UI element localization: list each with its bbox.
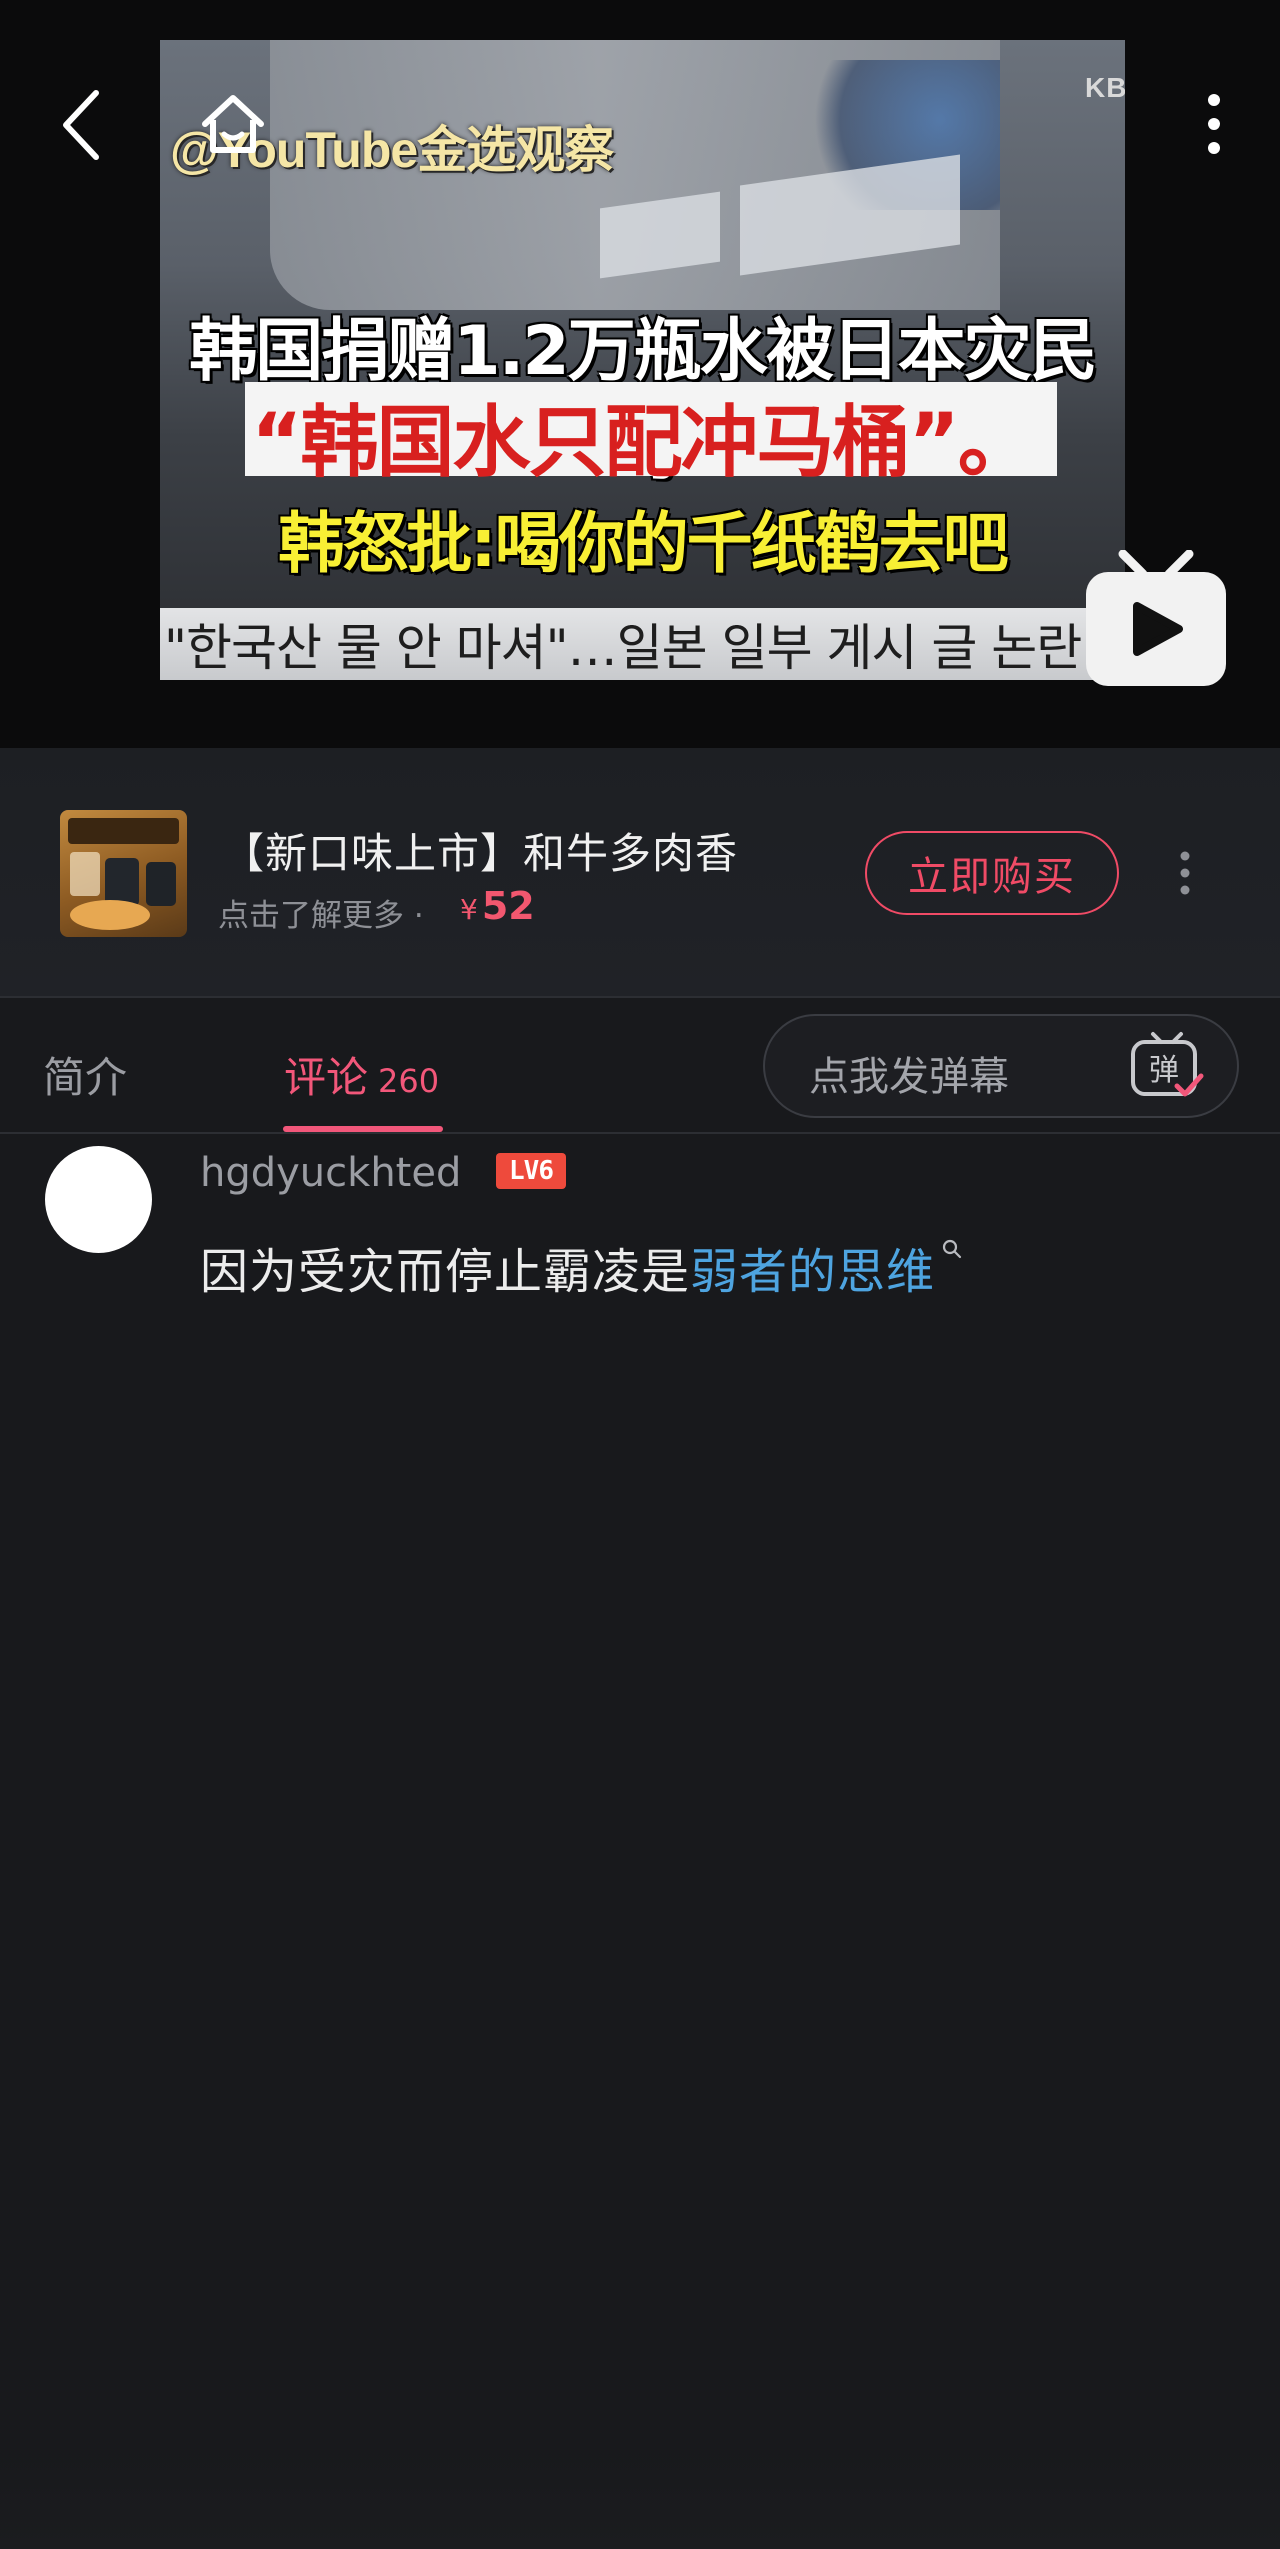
comment-search-link[interactable]: 弱者的思维 bbox=[690, 1244, 935, 1300]
comment-text-plain: 因为受灾而停止霸凌是 bbox=[200, 1244, 691, 1300]
search-icon[interactable] bbox=[941, 1238, 963, 1260]
thumb-food bbox=[70, 900, 150, 930]
tab-bar: 简介 评论 260 点我发弹幕 弹 bbox=[0, 998, 1280, 1132]
video-headline-2: “韩国水只配冲马桶”。 bbox=[251, 398, 1036, 488]
comment-count: 260 bbox=[378, 1062, 440, 1100]
news-ticker-text: "한국산 물 안 마셔"…일본 일부 게시 글 논란 bbox=[164, 619, 1082, 677]
thumb-jar bbox=[146, 862, 176, 906]
channel-mark: KB bbox=[1085, 72, 1125, 103]
ad-more-icon[interactable] bbox=[1168, 848, 1202, 898]
home-icon[interactable] bbox=[197, 88, 269, 160]
price-value: 52 bbox=[481, 884, 535, 928]
comment-username[interactable]: hgdyuckhted bbox=[200, 1150, 461, 1196]
danmaku-placeholder: 点我发弹幕 bbox=[809, 1054, 1009, 1100]
level-badge: LV6 bbox=[496, 1153, 566, 1189]
avatar[interactable] bbox=[45, 1146, 152, 1253]
comment-list: hgdyuckhted LV6 因为受灾而停止霸凌是弱者的思维 bbox=[0, 1134, 1280, 2549]
tab-comments[interactable]: 评论 260 bbox=[284, 1044, 439, 1105]
ad-banner[interactable]: 【新口味上市】和牛多肉香 点击了解更多 · ¥52 立即购买 bbox=[0, 748, 1280, 996]
bottom-fade bbox=[0, 2444, 1280, 2549]
news-ticker: "한국산 물 안 마셔"…일본 일부 게시 글 논란 bbox=[160, 608, 1125, 680]
danmaku-icon-glyph: 弹 bbox=[1149, 1053, 1179, 1088]
ad-price: ¥52 bbox=[460, 884, 535, 928]
ad-learn-more[interactable]: 点击了解更多 · bbox=[218, 890, 424, 935]
tab-intro[interactable]: 简介 bbox=[43, 1044, 127, 1105]
more-vertical-icon[interactable] bbox=[1190, 90, 1238, 160]
video-player[interactable]: KB @YouTube金选观察 韩国捐赠1.2万瓶水被日本灾民骂 “韩国水只配冲… bbox=[0, 0, 1280, 748]
thumb-jar bbox=[105, 858, 139, 906]
thumb-card bbox=[70, 852, 100, 896]
thumb-header bbox=[68, 818, 179, 844]
ad-product-thumbnail[interactable] bbox=[60, 810, 187, 937]
video-frame[interactable]: KB @YouTube金选观察 韩国捐赠1.2万瓶水被日本灾民骂 “韩国水只配冲… bbox=[160, 40, 1125, 680]
danmaku-input[interactable]: 点我发弹幕 弹 bbox=[763, 1014, 1239, 1118]
ad-title[interactable]: 【新口味上市】和牛多肉香 bbox=[222, 820, 738, 881]
currency-symbol: ¥ bbox=[460, 893, 478, 926]
video-headline-3: 韩怒批:喝你的千纸鹤去吧 bbox=[278, 505, 1008, 582]
tab-comments-label: 评论 bbox=[284, 1053, 369, 1102]
buy-now-button[interactable]: 立即购买 bbox=[865, 831, 1119, 915]
tv-play-icon[interactable] bbox=[1083, 550, 1229, 688]
back-arrow-icon[interactable] bbox=[52, 85, 112, 165]
danmaku-icon[interactable]: 弹 bbox=[1129, 1030, 1205, 1102]
comment-text: 因为受灾而停止霸凌是弱者的思维 bbox=[200, 1232, 963, 1302]
